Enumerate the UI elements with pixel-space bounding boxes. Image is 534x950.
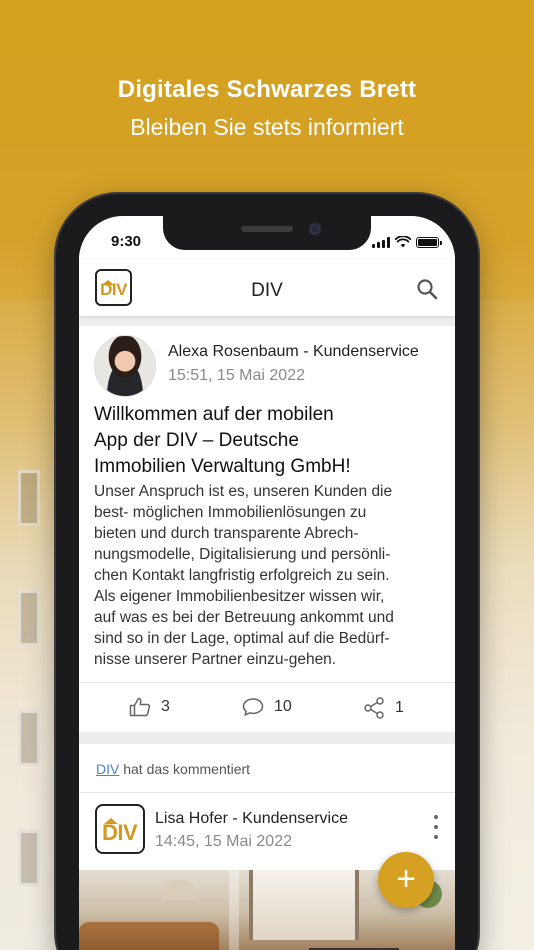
post-title-line: App der DIV – Deutsche xyxy=(94,430,299,451)
status-icons xyxy=(372,236,442,248)
share-button[interactable]: 1 xyxy=(363,697,404,719)
promo-subline: Bleiben Sie stets informiert xyxy=(130,114,404,140)
comment-button[interactable]: 10 xyxy=(242,697,292,717)
thumbs-up-icon xyxy=(129,697,151,717)
post-body-line: bieten und durch transparente Abrech- xyxy=(94,525,359,542)
post-body-line: chen Kontakt langfristig erfolgreich zu … xyxy=(94,567,390,584)
share-count: 1 xyxy=(395,699,404,716)
background-window xyxy=(18,590,40,646)
post-author[interactable]: Alexa Rosenbaum - Kundenservice xyxy=(168,343,419,361)
post-body-line: auf was es bei der Betreuung ankommt und xyxy=(94,609,394,626)
app-title: DIV xyxy=(251,280,283,301)
post-body-line: Als eigener Immobilienbesitzer wissen wi… xyxy=(94,588,385,605)
author-avatar[interactable] xyxy=(94,335,156,397)
div-logo[interactable]: DIV xyxy=(95,804,145,854)
battery-icon xyxy=(416,236,442,248)
phone-notch xyxy=(163,216,371,250)
photo-window xyxy=(249,870,359,940)
share-icon xyxy=(364,697,384,719)
plus-icon: + xyxy=(396,859,416,898)
comment-notice-text: hat das kommentiert xyxy=(119,761,251,777)
app-bar: DIV DIV xyxy=(79,260,455,316)
speaker-grille xyxy=(241,226,293,232)
add-post-button[interactable]: + xyxy=(378,852,434,908)
photo-sofa xyxy=(79,922,219,950)
background-window xyxy=(18,710,40,766)
phone-screen: 9:30 DIV DIV Alexa Rosenbaum - Kundenser… xyxy=(79,216,455,950)
promo-headline: Digitales Schwarzes Brett xyxy=(117,76,417,103)
search-icon[interactable] xyxy=(415,277,439,301)
signal-icon xyxy=(372,236,390,248)
post-body-line: best- möglichen Immobilienlösungen zu xyxy=(94,504,367,521)
background-window xyxy=(18,470,40,526)
comment-count: 10 xyxy=(274,698,292,715)
post-timestamp: 15:51, 15 Mai 2022 xyxy=(168,367,305,384)
post-card: Alexa Rosenbaum - Kundenservice 15:51, 1… xyxy=(79,326,455,732)
comment-card: DIV hat das kommentiert DIV Lisa Hofer -… xyxy=(79,744,455,950)
background-window xyxy=(18,830,40,886)
logo-text: DIV xyxy=(102,820,138,845)
status-time: 9:30 xyxy=(111,233,142,250)
comment-author[interactable]: Lisa Hofer - Kundenservice xyxy=(155,810,348,828)
post-body-line: nisse unserer Partner einzu-gehen. xyxy=(94,651,337,668)
comment-timestamp: 14:45, 15 Mai 2022 xyxy=(155,833,292,850)
front-camera xyxy=(309,223,321,235)
like-button[interactable]: 3 xyxy=(129,697,170,717)
like-count: 3 xyxy=(161,698,170,715)
comment-icon xyxy=(242,698,264,716)
wifi-icon xyxy=(395,236,411,248)
post-body: Unser Anspruch ist es, unseren Kunden di… xyxy=(94,481,444,670)
divider xyxy=(79,792,455,793)
post-actions: 3 10 1 xyxy=(79,683,455,732)
photo-lamp xyxy=(161,880,197,900)
post-body-line: Unser Anspruch ist es, unseren Kunden di… xyxy=(94,483,393,500)
comment-notice: DIV hat das kommentiert xyxy=(96,761,250,777)
post-body-line: sind so in der Lage, optimal auf die Bed… xyxy=(94,630,390,647)
post-title-line: Immobilien Verwaltung GmbH! xyxy=(94,456,351,477)
more-options-icon[interactable] xyxy=(430,815,442,839)
post-title-line: Willkommen auf der mobilen xyxy=(94,404,334,425)
comment-link[interactable]: DIV xyxy=(96,761,119,777)
post-body-line: nungsmodelle, Digitalisierung und persön… xyxy=(94,546,391,563)
post-title: Willkommen auf der mobilen App der DIV –… xyxy=(94,402,444,480)
